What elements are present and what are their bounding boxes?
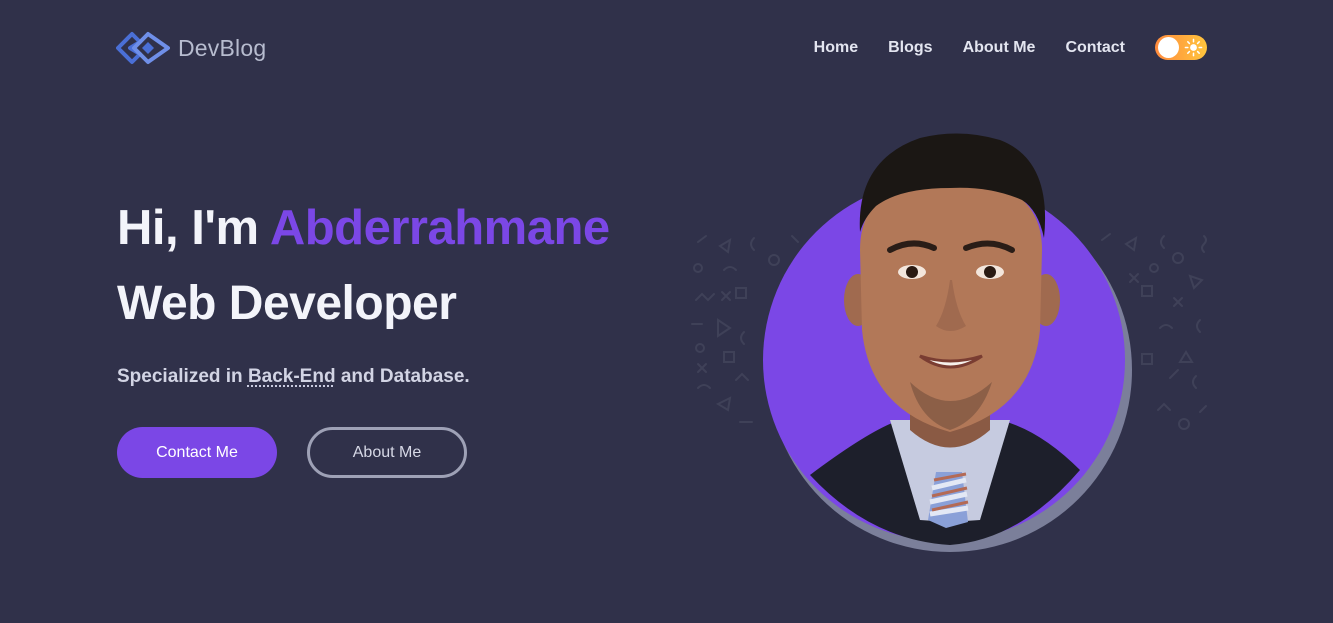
main-nav: Home Blogs About Me Contact [814, 37, 1125, 59]
brand-logo[interactable]: DevBlog [116, 27, 266, 69]
hero-description: Specialized in Back-End and Database. [117, 365, 470, 389]
devblog-logo-icon [116, 32, 170, 64]
hero-role: Web Developer [117, 277, 457, 330]
theme-toggle[interactable] [1155, 35, 1207, 60]
nav-contact[interactable]: Contact [1065, 37, 1125, 59]
hero-greeting: Hi, I'm Abderrahmane [117, 198, 610, 258]
brand-name: DevBlog [178, 34, 267, 61]
toggle-knob [1158, 37, 1179, 58]
desc-suffix: and Database. [335, 366, 470, 387]
about-me-button[interactable]: About Me [307, 427, 467, 478]
sun-icon [1184, 38, 1203, 57]
hero-name: Abderrahmane [269, 201, 610, 255]
nav-blogs[interactable]: Blogs [888, 37, 932, 59]
profile-photo [763, 133, 1132, 552]
contact-me-button[interactable]: Contact Me [117, 427, 277, 478]
nav-home[interactable]: Home [814, 37, 858, 59]
desc-highlight: Back-End [247, 366, 336, 387]
nav-about-me[interactable]: About Me [963, 37, 1036, 59]
greeting-text: Hi, I'm [117, 201, 270, 255]
desc-prefix: Specialized in [117, 366, 248, 387]
page: DevBlog Home Blogs About Me Contact Hi, … [0, 0, 1333, 623]
